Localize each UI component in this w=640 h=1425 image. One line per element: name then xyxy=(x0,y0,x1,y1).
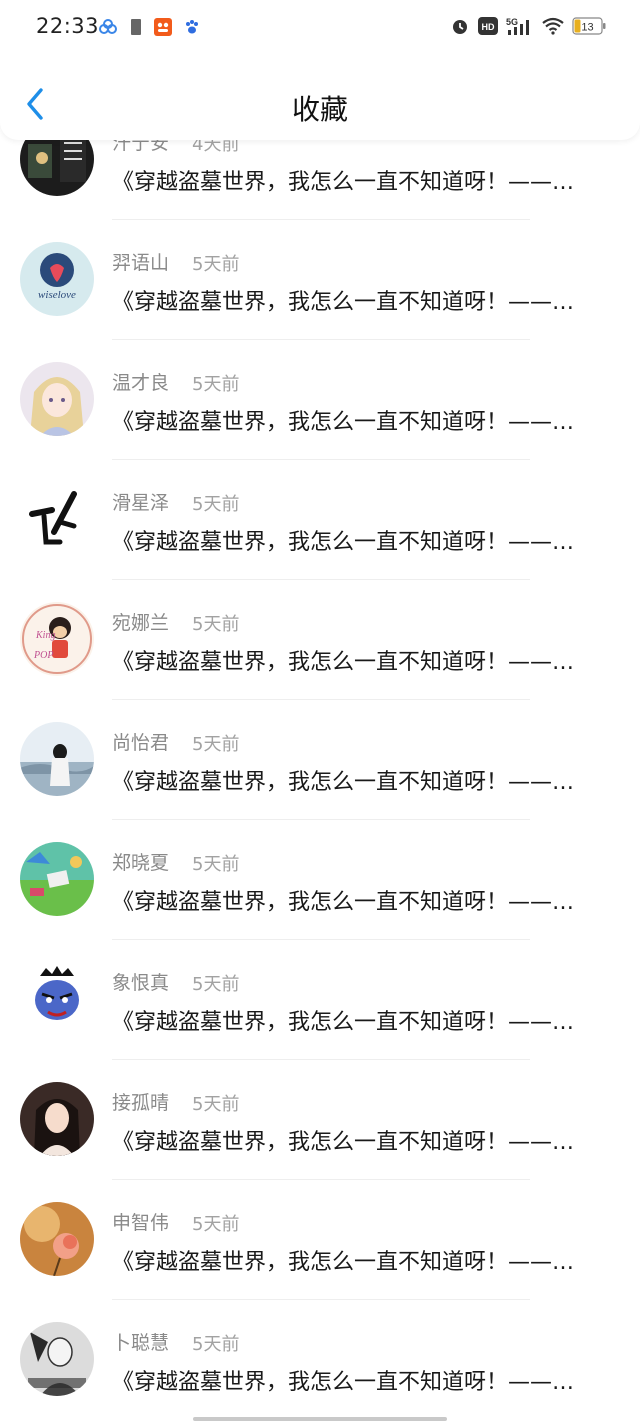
wifi-icon xyxy=(542,17,564,39)
post-title[interactable]: 《穿越盗墓世界，我怎么一直不知道呀！——… xyxy=(112,1124,604,1156)
post-time: 5天前 xyxy=(192,974,240,995)
post-title[interactable]: 《穿越盗墓世界，我怎么一直不知道呀！——… xyxy=(112,764,604,796)
post-title[interactable]: 《穿越盗墓世界，我怎么一直不知道呀！——… xyxy=(112,164,604,196)
sim-card-icon xyxy=(130,18,142,40)
avatar[interactable]: wiselove xyxy=(20,242,94,316)
post-time: 5天前 xyxy=(192,1094,240,1115)
hd-icon: HD xyxy=(478,17,498,39)
post-time: 5天前 xyxy=(192,614,240,635)
post-time: 5天前 xyxy=(192,374,240,395)
avatar[interactable] xyxy=(20,962,94,1036)
post-time: 5天前 xyxy=(192,734,240,755)
favorite-item[interactable]: King POP 宛娜兰 5天前 《穿越盗墓世界，我怎么一直不知道呀！——… xyxy=(0,580,640,700)
author-name: 申智伟 xyxy=(112,1212,170,1234)
cloud-app-icon xyxy=(98,19,118,39)
post-time: 5天前 xyxy=(192,254,240,275)
favorite-item[interactable]: 申智伟 5天前 《穿越盗墓世界，我怎么一直不知道呀！——… xyxy=(0,1180,640,1300)
author-name: 温才良 xyxy=(112,372,170,394)
battery-icon: 13 xyxy=(572,17,606,39)
post-title[interactable]: 《穿越盗墓世界，我怎么一直不知道呀！——… xyxy=(112,404,604,436)
svg-text:King: King xyxy=(35,630,55,641)
avatar[interactable]: King POP xyxy=(20,602,94,676)
favorite-item[interactable]: 接孤晴 5天前 《穿越盗墓世界，我怎么一直不知道呀！——… xyxy=(0,1060,640,1180)
favorite-item[interactable]: 温才良 5天前 《穿越盗墓世界，我怎么一直不知道呀！——… xyxy=(0,340,640,460)
author-name: 宛娜兰 xyxy=(112,612,170,634)
avatar[interactable] xyxy=(20,362,94,436)
post-title[interactable]: 《穿越盗墓世界，我怎么一直不知道呀！——… xyxy=(112,1364,604,1396)
page-title: 收藏 xyxy=(291,93,348,126)
status-left-icons xyxy=(98,18,200,40)
post-title[interactable]: 《穿越盗墓世界，我怎么一直不知道呀！——… xyxy=(112,1244,604,1276)
post-title[interactable]: 《穿越盗墓世界，我怎么一直不知道呀！——… xyxy=(112,884,604,916)
post-time: 5天前 xyxy=(192,854,240,875)
avatar[interactable] xyxy=(20,1202,94,1276)
author-name: 羿语山 xyxy=(112,252,170,274)
avatar[interactable] xyxy=(20,842,94,916)
favorite-item[interactable]: wiselove 羿语山 5天前 《穿越盗墓世界，我怎么一直不知道呀！——… xyxy=(0,220,640,340)
post-title[interactable]: 《穿越盗墓世界，我怎么一直不知道呀！——… xyxy=(112,1004,604,1036)
post-title[interactable]: 《穿越盗墓世界，我怎么一直不知道呀！——… xyxy=(112,644,604,676)
author-name: 郑晓夏 xyxy=(112,852,170,874)
author-name: 滑星泽 xyxy=(112,492,170,514)
post-title[interactable]: 《穿越盗墓世界，我怎么一直不知道呀！——… xyxy=(112,524,604,556)
favorite-item[interactable]: 郑晓夏 5天前 《穿越盗墓世界，我怎么一直不知道呀！——… xyxy=(0,820,640,940)
home-indicator[interactable] xyxy=(193,1417,447,1421)
post-time: 5天前 xyxy=(192,494,240,515)
signal-5g-icon: 5G xyxy=(506,16,534,40)
author-name: 尚怡君 xyxy=(112,732,170,754)
alarm-icon xyxy=(450,16,470,40)
svg-text:5G: 5G xyxy=(506,17,518,27)
favorite-item[interactable]: 卜聪慧 5天前 《穿越盗墓世界，我怎么一直不知道呀！——… xyxy=(0,1300,640,1420)
svg-text:wiselove: wiselove xyxy=(38,289,76,301)
author-name: 象恨真 xyxy=(112,972,170,994)
avatar[interactable] xyxy=(20,1082,94,1156)
paw-icon xyxy=(184,19,200,39)
author-name: 接孤晴 xyxy=(112,1092,170,1114)
svg-text:POP: POP xyxy=(33,650,53,661)
avatar[interactable] xyxy=(20,482,94,556)
app-header: 收藏 xyxy=(0,58,640,140)
post-time: 5天前 xyxy=(192,1214,240,1235)
author-name: 卜聪慧 xyxy=(112,1332,170,1354)
video-app-icon xyxy=(154,18,172,40)
avatar[interactable] xyxy=(20,1322,94,1396)
status-right-icons: HD 5G 13 xyxy=(450,16,606,40)
avatar[interactable] xyxy=(20,722,94,796)
status-time: 22:33 xyxy=(36,14,100,38)
status-bar: 22:33 HD 5G 13 xyxy=(0,0,640,58)
post-time: 5天前 xyxy=(192,1334,240,1355)
favorite-item[interactable]: 象恨真 5天前 《穿越盗墓世界，我怎么一直不知道呀！——… xyxy=(0,940,640,1060)
svg-text:13: 13 xyxy=(581,22,593,34)
post-title[interactable]: 《穿越盗墓世界，我怎么一直不知道呀！——… xyxy=(112,284,604,316)
svg-text:HD: HD xyxy=(482,22,495,32)
favorite-item[interactable]: 尚怡君 5天前 《穿越盗墓世界，我怎么一直不知道呀！——… xyxy=(0,700,640,820)
favorite-item[interactable]: 滑星泽 5天前 《穿越盗墓世界，我怎么一直不知道呀！——… xyxy=(0,460,640,580)
